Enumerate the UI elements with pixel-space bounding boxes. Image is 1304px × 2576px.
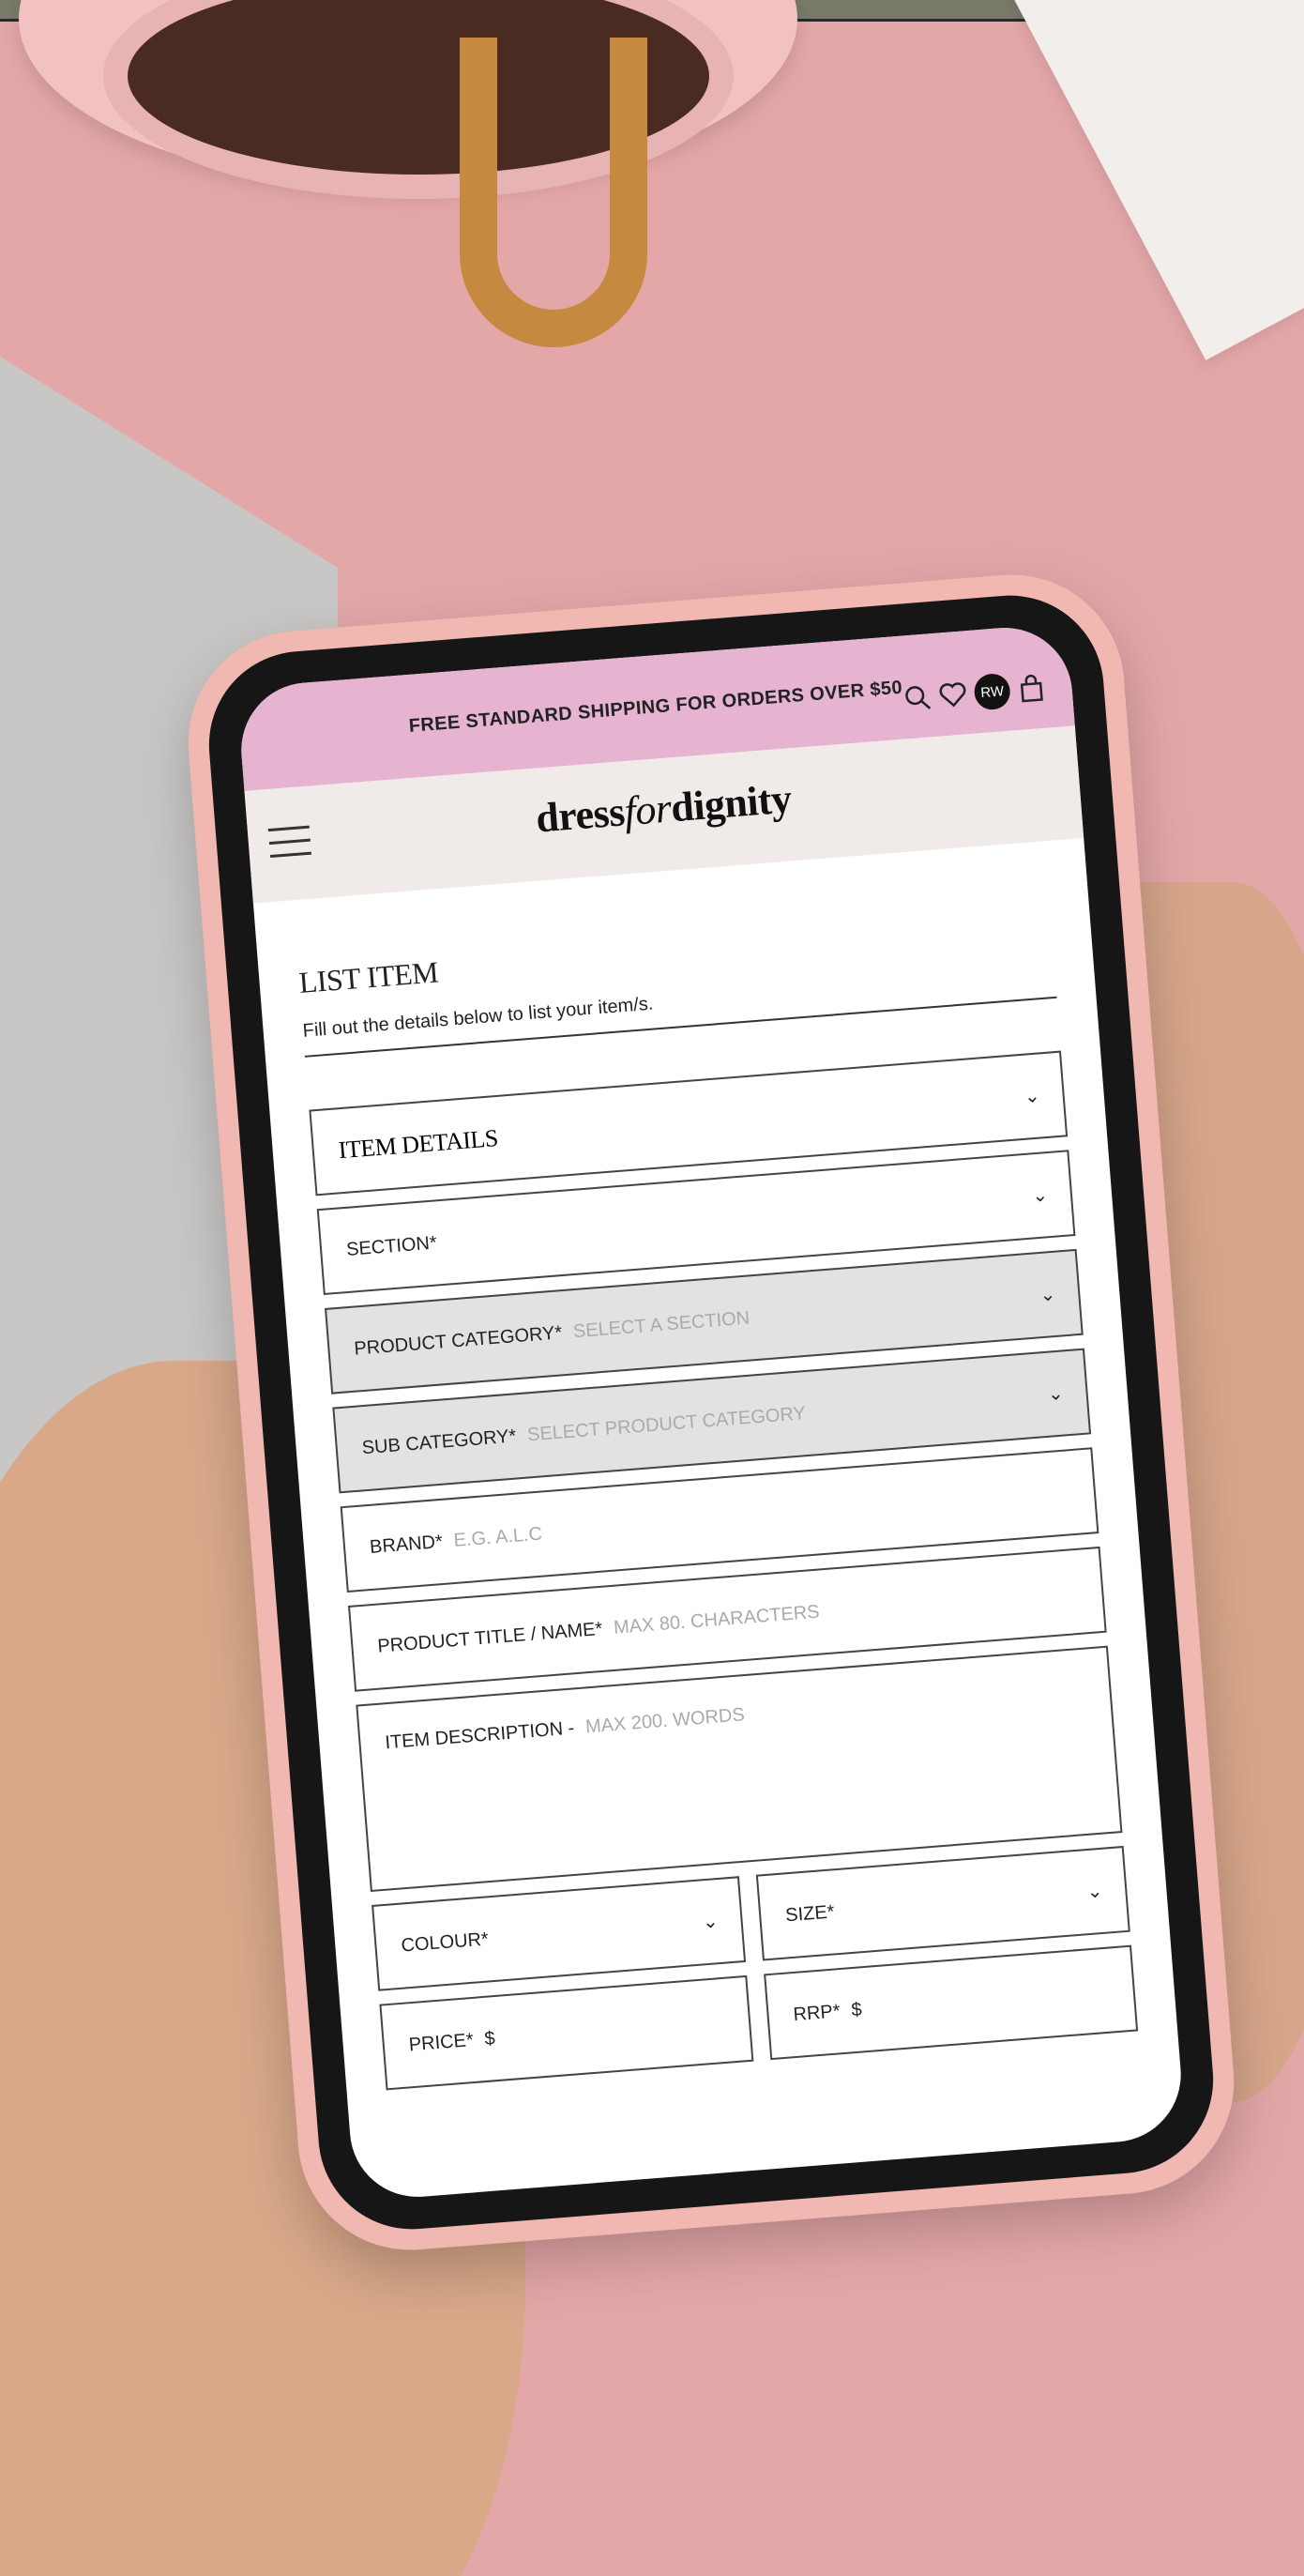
item-details-section: ITEM DETAILS ⌄ SECTION* ⌄ PRODUCT CATEGO… xyxy=(309,1050,1139,2104)
coffee-cup xyxy=(19,0,797,347)
chevron-down-icon: ⌄ xyxy=(1085,1881,1104,1903)
product-category-label: PRODUCT CATEGORY* xyxy=(353,1321,563,1360)
sub-category-label: SUB CATEGORY* xyxy=(360,1425,518,1458)
brand-label: BRAND* xyxy=(369,1531,444,1558)
phone: FREE STANDARD SHIPPING FOR ORDERS OVER $… xyxy=(179,566,1243,2259)
price-label: PRICE* xyxy=(408,2029,475,2055)
rrp-label: RRP* xyxy=(792,2000,842,2025)
heart-icon[interactable] xyxy=(938,679,968,709)
phone-screen: FREE STANDARD SHIPPING FOR ORDERS OVER $… xyxy=(235,622,1187,2203)
section-label: SECTION* xyxy=(345,1231,438,1260)
account-avatar[interactable]: RW xyxy=(973,672,1012,711)
shopping-bag-icon[interactable] xyxy=(1016,674,1046,704)
size-select[interactable]: SIZE* ⌄ xyxy=(755,1845,1130,1961)
list-item-page: LIST ITEM Fill out the details below to … xyxy=(253,838,1178,2107)
chevron-down-icon: ⌄ xyxy=(1039,1284,1057,1306)
size-label: SIZE* xyxy=(784,1900,836,1926)
chevron-down-icon: ⌄ xyxy=(702,1911,720,1933)
product-title-placeholder: MAX 80. CHARACTERS xyxy=(613,1601,821,1639)
search-icon[interactable] xyxy=(902,682,933,712)
chevron-down-icon: ⌄ xyxy=(1031,1184,1049,1207)
description-label: ITEM DESCRIPTION - xyxy=(384,1717,576,1754)
sub-category-placeholder: SELECT PRODUCT CATEGORY xyxy=(526,1402,807,1445)
white-board xyxy=(994,0,1304,360)
section-title: ITEM DETAILS xyxy=(337,1123,499,1165)
phone-bezel: FREE STANDARD SHIPPING FOR ORDERS OVER $… xyxy=(202,588,1221,2236)
product-category-placeholder: SELECT A SECTION xyxy=(572,1307,751,1342)
price-currency: $ xyxy=(483,2027,496,2050)
colour-label: COLOUR* xyxy=(400,1928,490,1957)
brand-placeholder: E.G. A.L.C xyxy=(452,1523,543,1551)
chevron-down-icon: ⌄ xyxy=(1047,1383,1065,1406)
product-title-label: PRODUCT TITLE / NAME* xyxy=(376,1618,603,1657)
description-placeholder: MAX 200. WORDS xyxy=(584,1704,746,1738)
rrp-currency: $ xyxy=(850,1998,863,2020)
colour-select[interactable]: COLOUR* ⌄ xyxy=(371,1876,747,1991)
chevron-down-icon: ⌄ xyxy=(1023,1085,1041,1108)
cup-handle xyxy=(460,38,647,347)
promo-text: FREE STANDARD SHIPPING FOR ORDERS OVER $… xyxy=(407,677,903,737)
